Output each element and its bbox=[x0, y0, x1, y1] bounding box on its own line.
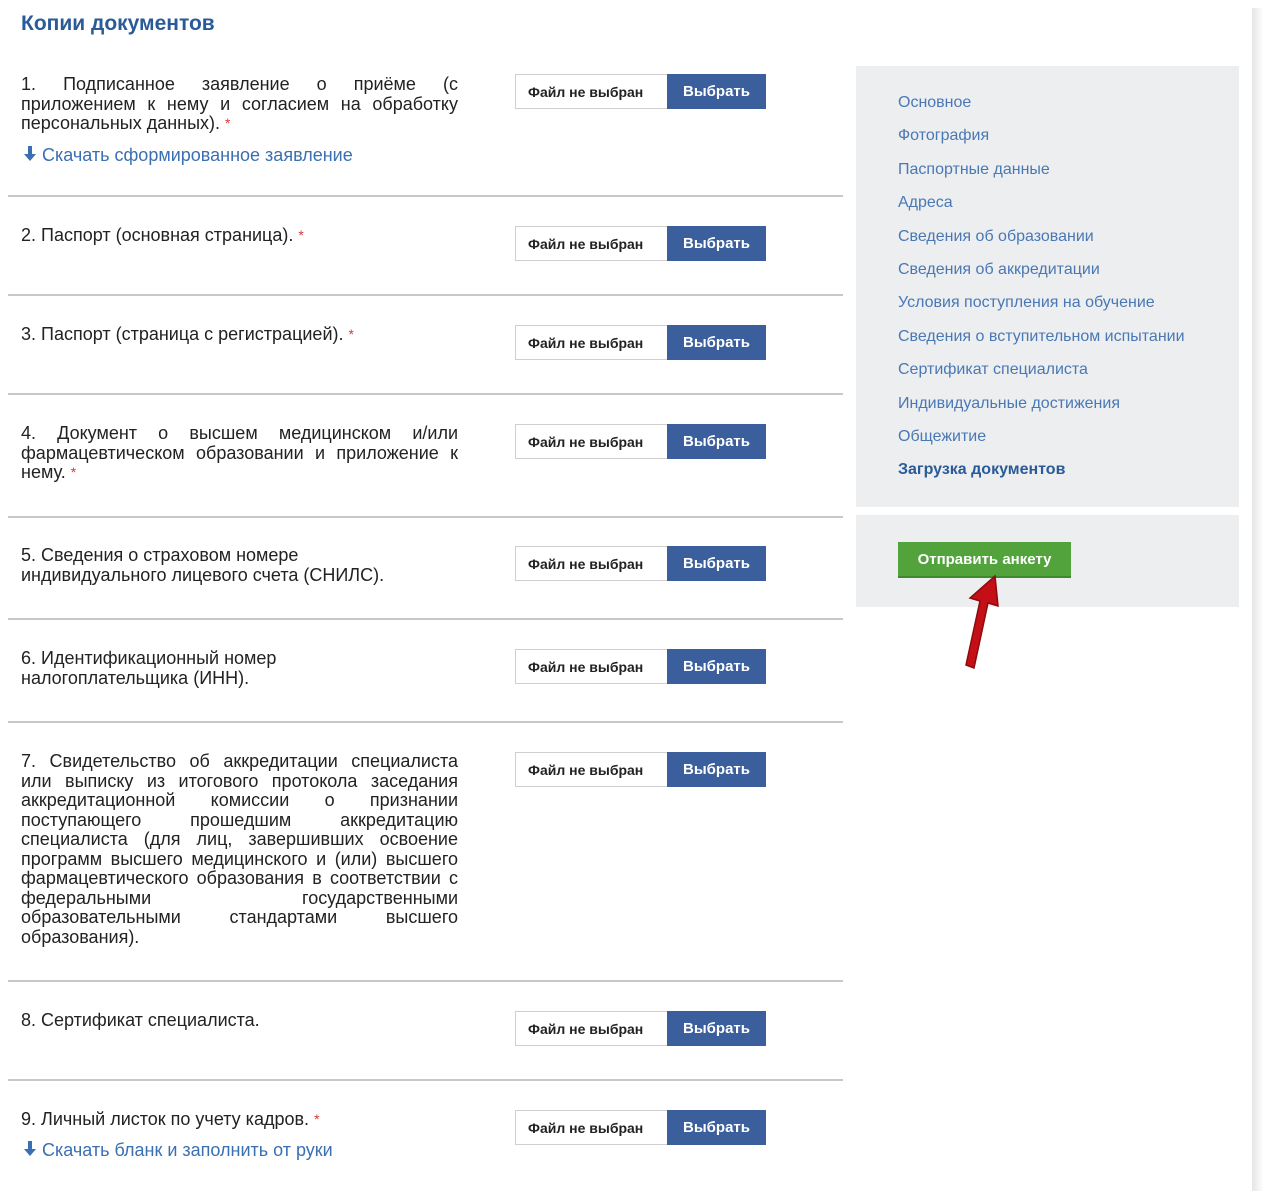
download-link-text: Скачать бланк и заполнить от руки bbox=[42, 1139, 333, 1160]
page-title: Копии документов bbox=[21, 12, 215, 35]
choose-file-button[interactable]: Выбрать bbox=[667, 752, 766, 787]
download-arrow-icon bbox=[24, 1140, 36, 1156]
sidebar-nav: Основное Фотография Паспортные данные Ад… bbox=[856, 66, 1239, 507]
required-mark: * bbox=[225, 115, 231, 131]
divider bbox=[8, 294, 843, 296]
choose-file-button[interactable]: Выбрать bbox=[667, 74, 766, 109]
divider bbox=[8, 393, 843, 395]
file-status: Файл не выбран bbox=[515, 649, 667, 684]
file-input: Файл не выбран Выбрать bbox=[515, 1011, 766, 1046]
document-label: 7. Свидетельство об аккредитации специал… bbox=[21, 751, 458, 947]
divider bbox=[8, 721, 843, 723]
divider bbox=[8, 618, 843, 620]
sidebar-item-dormitory[interactable]: Общежитие bbox=[898, 428, 986, 446]
document-label: 1. Подписанное заявление о приёме (с при… bbox=[21, 74, 458, 165]
required-mark: * bbox=[70, 464, 77, 480]
file-status: Файл не выбран bbox=[515, 752, 667, 787]
choose-file-button[interactable]: Выбрать bbox=[667, 424, 766, 459]
required-mark: * bbox=[314, 1111, 320, 1127]
file-status: Файл не выбран bbox=[515, 424, 667, 459]
file-input: Файл не выбран Выбрать bbox=[515, 226, 766, 261]
file-input: Файл не выбран Выбрать bbox=[515, 649, 766, 684]
sidebar-item-certificate[interactable]: Сертификат специалиста bbox=[898, 361, 1088, 379]
file-input: Файл не выбран Выбрать bbox=[515, 74, 766, 109]
sidebar-item-entrance-exam[interactable]: Сведения о вступительном испытании bbox=[898, 328, 1185, 346]
download-arrow-icon bbox=[24, 145, 36, 161]
divider bbox=[8, 516, 843, 518]
divider bbox=[8, 1079, 843, 1081]
sidebar-item-documents[interactable]: Загрузка документов bbox=[898, 461, 1065, 479]
choose-file-button[interactable]: Выбрать bbox=[667, 1110, 766, 1145]
document-label-text: 4. Документ о высшем медицинском и/или ф… bbox=[21, 423, 458, 482]
page-edge-shadow bbox=[1252, 8, 1264, 1191]
choose-file-button[interactable]: Выбрать bbox=[667, 546, 766, 581]
file-input: Файл не выбран Выбрать bbox=[515, 752, 766, 787]
document-label-text: 3. Паспорт (страница с регистрацией). bbox=[21, 324, 344, 344]
sidebar-item-admission-terms[interactable]: Условия поступления на обучение bbox=[898, 294, 1155, 312]
download-form-link[interactable]: Скачать бланк и заполнить от руки bbox=[21, 1140, 458, 1160]
sidebar-item-education[interactable]: Сведения об образовании bbox=[898, 228, 1094, 246]
sidebar-action-panel: Отправить анкету bbox=[856, 515, 1239, 607]
document-label: 8. Сертификат специалиста. bbox=[21, 1010, 458, 1031]
choose-file-button[interactable]: Выбрать bbox=[667, 226, 766, 261]
sidebar-item-photo[interactable]: Фотография bbox=[898, 127, 989, 145]
document-label: 5. Сведения о страховом номере индивидуа… bbox=[21, 545, 421, 585]
document-label: 3. Паспорт (страница с регистрацией). * bbox=[21, 324, 458, 345]
document-label-text: 5. Сведения о страховом номере индивидуа… bbox=[21, 545, 385, 585]
document-label-text: 7. Свидетельство об аккредитации специал… bbox=[21, 751, 458, 947]
document-label-text: 6. Идентификационный номер налогоплатель… bbox=[21, 648, 277, 688]
red-pointer-arrow-icon bbox=[965, 574, 999, 670]
sidebar-item-accreditation[interactable]: Сведения об аккредитации bbox=[898, 261, 1100, 279]
document-label-text: 8. Сертификат специалиста. bbox=[21, 1010, 260, 1030]
sidebar-item-basic[interactable]: Основное bbox=[898, 94, 971, 112]
choose-file-button[interactable]: Выбрать bbox=[667, 1011, 766, 1046]
file-status: Файл не выбран bbox=[515, 1110, 667, 1145]
file-input: Файл не выбран Выбрать bbox=[515, 325, 766, 360]
file-status: Файл не выбран bbox=[515, 546, 667, 581]
document-label: 6. Идентификационный номер налогоплатель… bbox=[21, 648, 321, 688]
document-label: 9. Личный листок по учету кадров. * Скач… bbox=[21, 1109, 458, 1160]
required-mark: * bbox=[298, 227, 304, 243]
file-status: Файл не выбран bbox=[515, 226, 667, 261]
file-input: Файл не выбран Выбрать bbox=[515, 546, 766, 581]
sidebar-item-achievements[interactable]: Индивидуальные достижения bbox=[898, 395, 1120, 413]
file-status: Файл не выбран bbox=[515, 1011, 667, 1046]
document-label-text: 1. Подписанное заявление о приёме (с при… bbox=[21, 74, 458, 133]
document-label-text: 2. Паспорт (основная страница). bbox=[21, 225, 294, 245]
file-input: Файл не выбран Выбрать bbox=[515, 1110, 766, 1145]
file-input: Файл не выбран Выбрать bbox=[515, 424, 766, 459]
document-label: 2. Паспорт (основная страница). * bbox=[21, 225, 458, 246]
download-link-text: Скачать сформированное заявление bbox=[42, 144, 353, 165]
required-mark: * bbox=[348, 326, 354, 342]
choose-file-button[interactable]: Выбрать bbox=[667, 325, 766, 360]
divider bbox=[8, 195, 843, 197]
document-label: 4. Документ о высшем медицинском и/или ф… bbox=[21, 423, 458, 483]
sidebar-item-passport[interactable]: Паспортные данные bbox=[898, 161, 1050, 179]
choose-file-button[interactable]: Выбрать bbox=[667, 649, 766, 684]
divider bbox=[8, 980, 843, 982]
sidebar-item-addresses[interactable]: Адреса bbox=[898, 194, 953, 212]
file-status: Файл не выбран bbox=[515, 74, 667, 109]
file-status: Файл не выбран bbox=[515, 325, 667, 360]
download-application-link[interactable]: Скачать сформированное заявление bbox=[21, 145, 458, 165]
document-label-text: 9. Личный листок по учету кадров. bbox=[21, 1109, 310, 1129]
